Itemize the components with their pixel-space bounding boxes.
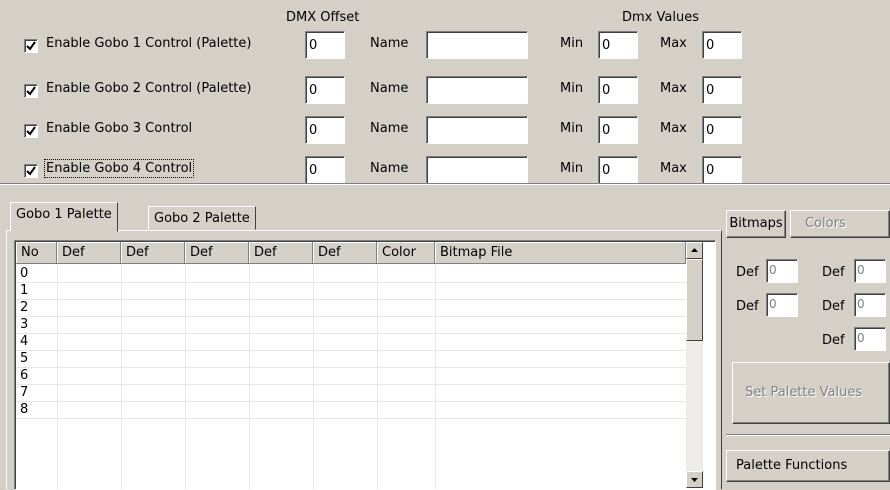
table-row[interactable]: 2 [20,300,28,315]
min-label: Min [560,121,584,136]
gobo-row: Enable Gobo 3 Control Name Min Max [0,115,890,147]
def-label: Def [736,299,759,314]
dmx-offset-field[interactable] [305,31,345,59]
table-row[interactable]: 8 [20,402,28,417]
col-header-no[interactable]: No [16,242,57,264]
col-header-bitmap-file[interactable]: Bitmap File [435,242,686,264]
min-field[interactable] [598,156,638,184]
table-row[interactable]: 7 [20,385,28,400]
gobo-row: Enable Gobo 2 Control (Palette) Name Min Ma… [0,75,890,107]
name-label: Name [370,36,409,51]
max-field[interactable] [702,156,742,184]
def-field[interactable]: 0 [766,293,798,317]
max-label: Max [660,81,687,96]
name-label: Name [370,81,409,96]
colors-button[interactable]: Colors [790,210,890,238]
bitmaps-button[interactable]: Bitmaps [726,210,786,238]
checkmark-icon [26,126,36,136]
def-label: Def [822,333,845,348]
palette-functions-button[interactable]: Palette Functions [726,450,890,482]
col-header-def[interactable]: Def [185,242,249,264]
dmx-offset-field[interactable] [305,156,345,184]
col-header-def[interactable]: Def [249,242,313,264]
min-field[interactable] [598,116,638,144]
def-label: Def [822,299,845,314]
table-row[interactable]: 4 [20,334,28,349]
enable-gobo-label[interactable]: Enable Gobo 1 Control (Palette) [46,36,251,51]
enable-gobo-checkbox[interactable] [24,164,38,178]
table-row[interactable]: 0 [20,266,28,281]
min-label: Min [560,161,584,176]
col-header-def[interactable]: Def [313,242,377,264]
col-header-color[interactable]: Color [377,242,435,264]
def-field[interactable]: 0 [854,293,886,317]
max-field[interactable] [702,116,742,144]
name-field[interactable] [426,156,528,184]
enable-gobo-label[interactable]: Enable Gobo 2 Control (Palette) [46,81,251,96]
name-field[interactable] [426,116,528,144]
table-row[interactable]: 5 [20,351,28,366]
checkmark-icon [26,86,36,96]
table-row[interactable]: 6 [20,368,28,383]
max-label: Max [660,121,687,136]
gobo-row: Enable Gobo 1 Control (Palette) Name Min Ma… [0,30,890,62]
checkmark-icon [26,41,36,51]
vertical-scrollbar[interactable] [686,242,703,488]
name-label: Name [370,121,409,136]
max-field[interactable] [702,31,742,59]
dmx-offset-field[interactable] [305,116,345,144]
table-row[interactable]: 1 [20,283,28,298]
palette-grid[interactable]: No Def Def Def Def Def Color Bitmap File… [14,240,716,490]
enable-gobo-checkbox[interactable] [24,84,38,98]
name-label: Name [370,161,409,176]
dmx-offset-header: DMX Offset [286,10,360,25]
min-label: Min [560,81,584,96]
min-field[interactable] [598,76,638,104]
min-field[interactable] [598,31,638,59]
max-label: Max [660,36,687,51]
dmx-values-header: Dmx Values [622,10,699,25]
enable-gobo-label[interactable]: Enable Gobo 4 Control [43,159,195,178]
def-field[interactable]: 0 [854,327,886,351]
col-header-def[interactable]: Def [121,242,185,264]
dmx-offset-field[interactable] [305,76,345,104]
enable-gobo-checkbox[interactable] [24,39,38,53]
def-label: Def [822,265,845,280]
side-divider [726,434,890,436]
section-divider [0,183,890,185]
checkmark-icon [26,166,36,176]
min-label: Min [560,36,584,51]
scroll-thumb[interactable] [686,259,703,341]
table-row[interactable]: 3 [20,317,28,332]
enable-gobo-checkbox[interactable] [24,124,38,138]
name-field[interactable] [426,76,528,104]
def-field[interactable]: 0 [854,259,886,283]
arrow-down-icon[interactable] [686,471,703,488]
max-label: Max [660,161,687,176]
name-field[interactable] [426,31,528,59]
arrow-up-icon[interactable] [686,242,703,259]
col-header-def[interactable]: Def [57,242,121,264]
tab-gobo-2-palette[interactable]: Gobo 2 Palette [148,206,256,230]
def-field[interactable]: 0 [766,259,798,283]
tab-gobo-1-palette[interactable]: Gobo 1 Palette [10,202,118,232]
max-field[interactable] [702,76,742,104]
set-palette-values-button[interactable]: Set Palette Values [732,362,890,424]
def-label: Def [736,265,759,280]
enable-gobo-label[interactable]: Enable Gobo 3 Control [46,121,192,136]
